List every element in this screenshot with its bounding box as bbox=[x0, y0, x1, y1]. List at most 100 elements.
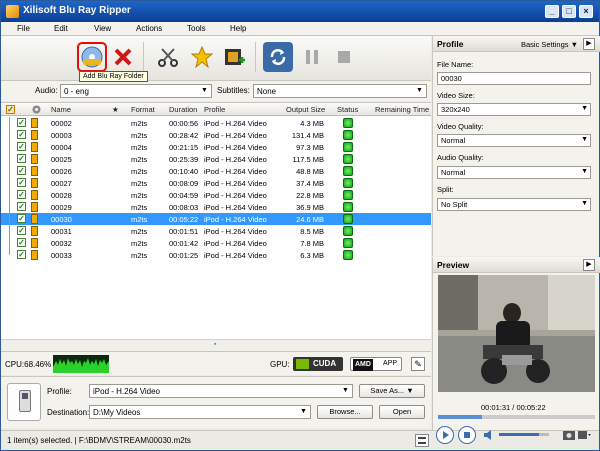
volume-icon[interactable] bbox=[483, 429, 495, 441]
cell-duration: 00:10:40 bbox=[169, 167, 199, 176]
cell-name: 00003 bbox=[51, 131, 72, 140]
status-ok-icon bbox=[343, 154, 353, 164]
col-star[interactable]: ★ bbox=[112, 105, 119, 114]
profile-select[interactable]: iPod - H.264 Video ▼ bbox=[89, 384, 353, 398]
expand-panel-button[interactable]: ▶ bbox=[583, 38, 595, 50]
browse-button[interactable]: Browse... bbox=[317, 405, 373, 419]
table-row[interactable]: ✓ 00004 m2ts 00:21:15 iPod - H.264 Video 97.3… bbox=[1, 141, 431, 153]
amd-app-button[interactable]: AMD APP bbox=[350, 357, 402, 371]
table-row[interactable]: ✓ 00025 m2ts 00:25:39 iPod - H.264 Video 117.… bbox=[1, 153, 431, 165]
table-row[interactable]: ✓ 00003 m2ts 00:28:42 iPod - H.264 Video 131.… bbox=[1, 129, 431, 141]
stop-preview-button[interactable] bbox=[458, 426, 476, 444]
stop-button[interactable] bbox=[329, 42, 359, 72]
device-ipod-icon bbox=[7, 383, 41, 421]
row-checkbox[interactable]: ✓ bbox=[17, 202, 26, 211]
col-status[interactable]: Status bbox=[337, 105, 358, 114]
expand-preview-button[interactable]: ▶ bbox=[583, 259, 595, 271]
pause-button[interactable] bbox=[297, 42, 327, 72]
output-settings: Profile: iPod - H.264 Video ▼ Save As...… bbox=[1, 376, 431, 428]
close-window-button[interactable]: × bbox=[579, 5, 593, 18]
add-blu-ray-folder-button[interactable] bbox=[77, 42, 107, 72]
menu-actions[interactable]: Actions bbox=[136, 24, 162, 33]
table-row[interactable]: ✓ 00027 m2ts 00:08:09 iPod - H.264 Video 37.4… bbox=[1, 177, 431, 189]
select-all-checkbox[interactable]: ✓ bbox=[6, 105, 15, 114]
col-profile[interactable]: Profile bbox=[204, 105, 225, 114]
menu-help[interactable]: Help bbox=[230, 24, 246, 33]
destination-select[interactable]: D:\My Videos ▼ bbox=[89, 405, 311, 419]
cell-name: 00025 bbox=[51, 155, 72, 164]
camera-options-icon[interactable] bbox=[578, 429, 592, 440]
audio-quality-select[interactable]: Normal ▼ bbox=[437, 166, 591, 179]
play-button[interactable] bbox=[436, 426, 454, 444]
menu-tools[interactable]: Tools bbox=[187, 24, 206, 33]
video-quality-select[interactable]: Normal ▼ bbox=[437, 134, 591, 147]
split-select[interactable]: No Split ▼ bbox=[437, 198, 591, 211]
convert-button[interactable] bbox=[263, 42, 293, 72]
basic-settings-dropdown[interactable]: Basic Settings ▼ bbox=[521, 40, 578, 49]
cell-name: 00030 bbox=[51, 215, 72, 224]
video-file-icon bbox=[31, 190, 38, 200]
menu-view[interactable]: View bbox=[94, 24, 111, 33]
cell-format: m2ts bbox=[131, 251, 148, 260]
seek-bar[interactable] bbox=[438, 415, 595, 419]
table-row[interactable]: ✓ 00026 m2ts 00:10:40 iPod - H.264 Video 48.8… bbox=[1, 165, 431, 177]
cell-output-size: 22.8 MB bbox=[296, 191, 324, 200]
video-size-select[interactable]: 320x240 ▼ bbox=[437, 103, 591, 116]
table-row[interactable]: ✓ 00029 m2ts 00:08:03 iPod - H.264 Video 36.9… bbox=[1, 201, 431, 213]
col-remaining-time[interactable]: Remaining Time bbox=[375, 105, 429, 114]
table-row[interactable]: ✓ 00028 m2ts 00:04:59 iPod - H.264 Video 22.8… bbox=[1, 189, 431, 201]
cell-profile: iPod - H.264 Video bbox=[204, 203, 267, 212]
remove-button[interactable] bbox=[108, 42, 138, 72]
status-ok-icon bbox=[343, 202, 353, 212]
row-checkbox[interactable]: ✓ bbox=[17, 118, 26, 127]
cell-profile: iPod - H.264 Video bbox=[204, 119, 267, 128]
status-ok-icon bbox=[343, 130, 353, 140]
open-button[interactable]: Open bbox=[379, 405, 425, 419]
volume-slider[interactable] bbox=[499, 433, 549, 436]
row-checkbox[interactable]: ✓ bbox=[17, 130, 26, 139]
snapshot-camera-icon[interactable] bbox=[563, 429, 575, 440]
status-ok-icon bbox=[343, 190, 353, 200]
cuda-button[interactable]: CUDA bbox=[293, 357, 343, 371]
cell-profile: iPod - H.264 Video bbox=[204, 155, 267, 164]
row-checkbox[interactable]: ✓ bbox=[17, 178, 26, 187]
audio-quality-value: Normal bbox=[441, 168, 466, 177]
col-format[interactable]: Format bbox=[131, 105, 155, 114]
table-row[interactable]: ✓ 00032 m2ts 00:01:42 iPod - H.264 Video 7.8 … bbox=[1, 237, 431, 249]
clip-button[interactable] bbox=[153, 42, 183, 72]
menu-edit[interactable]: Edit bbox=[54, 24, 68, 33]
row-checkbox[interactable]: ✓ bbox=[17, 154, 26, 163]
horizontal-scrollbar[interactable]: ▪ bbox=[1, 339, 431, 351]
col-output-size[interactable]: Output Size bbox=[286, 105, 325, 114]
settings-wrench-button[interactable]: ✎ bbox=[411, 357, 425, 371]
cell-profile: iPod - H.264 Video bbox=[204, 251, 267, 260]
col-name[interactable]: Name bbox=[51, 105, 71, 114]
effects-button[interactable] bbox=[187, 42, 217, 72]
row-checkbox[interactable]: ✓ bbox=[17, 226, 26, 235]
toolbar-separator bbox=[255, 42, 256, 72]
disc-column-icon bbox=[32, 105, 41, 114]
col-duration[interactable]: Duration bbox=[169, 105, 197, 114]
row-checkbox[interactable]: ✓ bbox=[17, 238, 26, 247]
log-button[interactable] bbox=[415, 434, 429, 447]
cell-duration: 00:25:39 bbox=[169, 155, 199, 164]
merge-button[interactable] bbox=[219, 42, 249, 72]
minimize-button[interactable]: _ bbox=[545, 5, 559, 18]
table-row[interactable]: ✓ 00031 m2ts 00:01:51 iPod - H.264 Video 8.5 … bbox=[1, 225, 431, 237]
row-checkbox[interactable]: ✓ bbox=[17, 142, 26, 151]
audio-select[interactable]: 0 - eng ▼ bbox=[60, 84, 212, 98]
row-checkbox[interactable]: ✓ bbox=[17, 250, 26, 259]
subtitles-select[interactable]: None ▼ bbox=[253, 84, 427, 98]
table-row[interactable]: ✓ 00002 m2ts 00:00:56 iPod - H.264 Video 4.3 … bbox=[1, 117, 431, 129]
cell-format: m2ts bbox=[131, 227, 148, 236]
row-checkbox[interactable]: ✓ bbox=[17, 166, 26, 175]
table-row[interactable]: ✓ 00030 m2ts 00:05:22 iPod - H.264 Video 24.6… bbox=[1, 213, 431, 225]
table-row[interactable]: ✓ 00033 m2ts 00:01:25 iPod - H.264 Video 6.3 … bbox=[1, 249, 431, 261]
file-name-input[interactable]: 00030 bbox=[437, 72, 591, 85]
cell-duration: 00:04:59 bbox=[169, 191, 199, 200]
row-checkbox[interactable]: ✓ bbox=[17, 190, 26, 199]
maximize-button[interactable]: □ bbox=[562, 5, 576, 18]
row-checkbox[interactable]: ✓ bbox=[17, 214, 26, 223]
save-as-button[interactable]: Save As... ▼ bbox=[359, 384, 425, 398]
menu-file[interactable]: File bbox=[17, 24, 30, 33]
